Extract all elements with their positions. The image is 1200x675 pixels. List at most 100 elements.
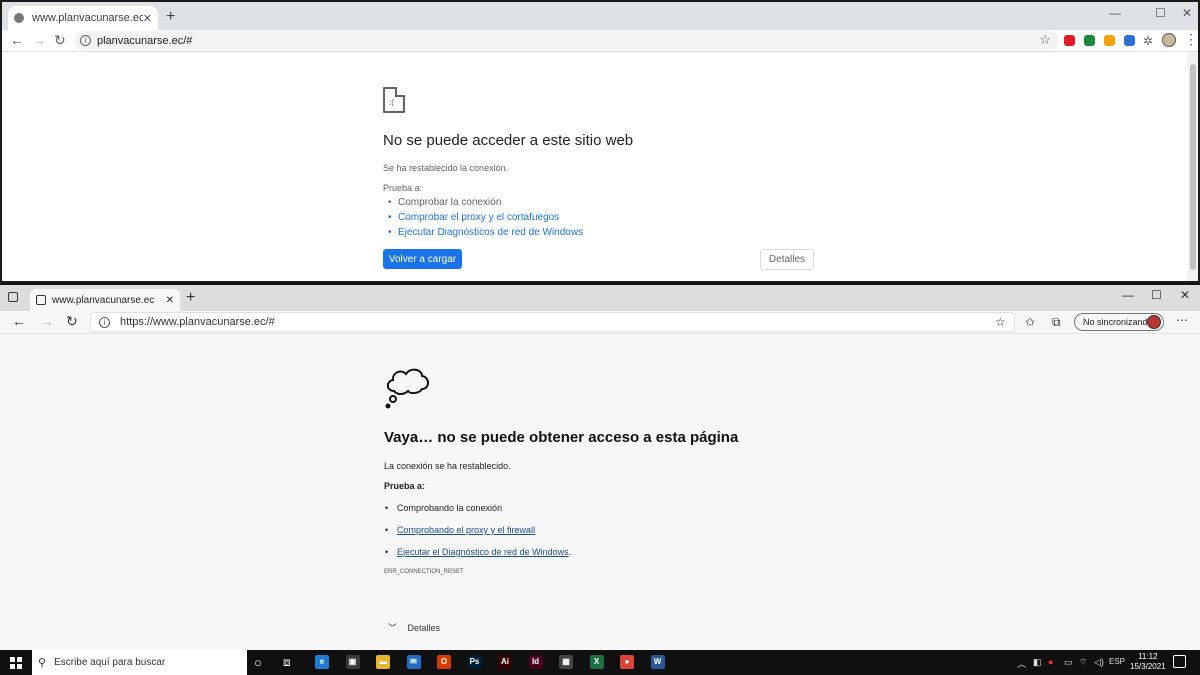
reload-button[interactable]: Volver a cargar [383, 249, 462, 269]
chrome-try-label: Prueba a: [383, 183, 423, 193]
chrome-error-title: No se puede acceder a este sitio web [383, 132, 634, 149]
chrome-url: planvacunarse.ec/# [97, 34, 193, 47]
suggestion-check-connection: Comprobando la conexión [385, 503, 884, 513]
cortana-icon[interactable]: ○ [254, 655, 262, 670]
chrome-tab-title: www.planvacunarse.ec [32, 12, 143, 24]
edge-taskbar-icon[interactable]: e [315, 655, 329, 669]
word-taskbar-icon[interactable]: W [650, 655, 665, 669]
forward-icon[interactable]: → [40, 313, 54, 329]
profile-sync-button[interactable]: No sincronizando [1074, 313, 1164, 331]
photoshop-taskbar-icon[interactable]: Ps [467, 655, 482, 669]
show-hidden-icons[interactable]: ︿ [1017, 657, 1026, 670]
wifi-icon[interactable]: ⌔ [1079, 657, 1087, 668]
chrome-error-panel: :( No se puede acceder a este sitio web … [383, 87, 823, 242]
chrome-scrollbar[interactable] [1188, 52, 1198, 281]
task-view-icon[interactable]: ⧈ [283, 655, 291, 670]
antivirus-tray-icon[interactable]: ● [1048, 657, 1053, 667]
windows-start-icon[interactable] [10, 657, 22, 669]
suggestion-check-connection: Comprobar la conexión [388, 197, 823, 208]
suggestion-run-diagnostics: Ejecutar el Diagnóstico de red de Window… [385, 547, 884, 557]
notifications-icon[interactable] [1173, 655, 1186, 668]
back-icon[interactable]: ← [10, 32, 24, 48]
indesign-taskbar-icon[interactable]: Id [528, 655, 543, 669]
chrome-toolbar: ← → ↻ i planvacunarse.ec/# ☆ ✲ ⋮ [2, 30, 1198, 52]
globe-icon [14, 13, 24, 23]
calculator-taskbar-icon[interactable]: ▦ [559, 655, 573, 669]
chrome-window: www.planvacunarse.ec ✕ + — ☐ ✕ ← → ↻ i p… [0, 0, 1200, 283]
details-button[interactable]: Detalles [760, 249, 814, 270]
edge-error-message: La conexión se ha restablecido. [384, 461, 511, 471]
chrome-tab[interactable]: www.planvacunarse.ec ✕ [8, 6, 158, 30]
new-tab-button[interactable]: + [186, 290, 195, 306]
suggestion-run-diagnostics-link[interactable]: Ejecutar Diagnósticos de red de Windows [388, 227, 823, 238]
settings-more-icon[interactable]: ⋯ [1176, 313, 1188, 327]
maximize-icon[interactable]: ☐ [1151, 288, 1162, 302]
volume-icon[interactable]: ◁) [1094, 657, 1104, 668]
profile-avatar[interactable] [1162, 33, 1176, 47]
chrome-page: :( No se puede acceder a este sitio web … [2, 52, 1190, 281]
chrome-tab-strip: www.planvacunarse.ec ✕ + — ☐ ✕ [2, 2, 1198, 30]
page-icon [36, 295, 46, 305]
favorites-icon[interactable]: ✩ [1025, 315, 1035, 329]
tab-actions-icon[interactable] [8, 292, 18, 302]
zoom-extension-icon[interactable] [1124, 35, 1135, 46]
edge-details-label: Detalles [407, 623, 441, 633]
minimize-icon[interactable]: — [1122, 288, 1134, 302]
chrome-error-message: Se ha restablecido la conexión. [383, 163, 509, 173]
chrome-address-bar[interactable]: i planvacunarse.ec/# ☆ [74, 31, 1059, 50]
language-indicator[interactable]: ESP [1109, 657, 1125, 666]
taskbar-search-box[interactable]: ⚲ Escribe aquí para buscar [32, 650, 247, 675]
opera-extension-icon[interactable] [1064, 35, 1075, 46]
key-extension-icon[interactable] [1104, 35, 1115, 46]
suggestion-check-proxy-link[interactable]: Comprobando el proxy y el firewall [397, 525, 535, 535]
suggestion-run-diagnostics-link[interactable]: Ejecutar el Diagnóstico de red de Window… [397, 547, 569, 557]
taskbar-clock[interactable]: 11:12 15/3/2021 [1130, 652, 1166, 672]
tray-app-icon[interactable]: ◧ [1033, 657, 1042, 668]
edge-suggestion-list: Comprobando la conexión Comprobando el p… [384, 503, 884, 557]
add-favorite-icon[interactable]: ☆ [995, 315, 1006, 329]
illustrator-taskbar-icon[interactable]: Ai [498, 655, 512, 669]
forward-icon[interactable]: → [32, 32, 46, 48]
error-code: ERR_CONNECTION_RESET [384, 569, 464, 575]
mail-taskbar-icon[interactable]: ✉ [406, 655, 421, 669]
close-window-icon[interactable]: ✕ [1182, 6, 1192, 20]
edge-tab[interactable]: www.planvacunarse.ec ✕ [30, 289, 180, 311]
minimize-icon[interactable]: — [1109, 6, 1121, 20]
edge-try-label: Prueba a: [384, 481, 426, 491]
explorer-taskbar-icon[interactable]: ▬ [376, 655, 390, 669]
edge-error-panel: Vaya… no se puede obtener acceso a esta … [384, 365, 884, 575]
back-icon[interactable]: ← [12, 313, 26, 329]
maximize-icon[interactable]: ☐ [1155, 6, 1166, 20]
thought-cloud-icon [385, 368, 429, 409]
menu-kebab-icon[interactable]: ⋮ [1184, 31, 1198, 47]
close-tab-icon[interactable]: ✕ [143, 12, 152, 25]
store-taskbar-icon[interactable]: ▣ [345, 655, 360, 669]
search-icon: ⚲ [38, 657, 47, 669]
excel-taskbar-icon[interactable]: X [589, 655, 604, 669]
edge-url: https://www.planvacunarse.ec/# [120, 316, 275, 328]
close-tab-icon[interactable]: ✕ [166, 295, 174, 306]
collections-icon[interactable]: ⧉ [1052, 315, 1061, 330]
extensions-puzzle-icon[interactable]: ✲ [1143, 33, 1153, 49]
office-taskbar-icon[interactable]: O [437, 655, 451, 669]
reload-icon[interactable]: ↻ [54, 32, 66, 48]
new-tab-button[interactable]: + [166, 8, 175, 26]
sad-document-icon: :( [383, 87, 405, 113]
search-placeholder: Escribe aquí para buscar [54, 657, 166, 668]
edge-tab-strip: www.planvacunarse.ec ✕ + — ☐ ✕ [0, 285, 1200, 311]
clock-date: 15/3/2021 [1130, 662, 1166, 671]
refresh-icon[interactable]: ↻ [66, 313, 78, 330]
info-icon[interactable]: i [80, 35, 91, 46]
bookmark-star-icon[interactable]: ☆ [1039, 32, 1051, 48]
scrollbar-thumb[interactable] [1190, 64, 1196, 270]
meet-now-icon[interactable]: ▭ [1064, 657, 1073, 668]
shield-extension-icon[interactable] [1084, 35, 1095, 46]
sync-status-label: No sincronizando [1083, 317, 1153, 327]
info-icon[interactable]: i [99, 316, 110, 328]
edge-details-toggle[interactable]: ﹀ Detalles [388, 621, 440, 634]
chrome-taskbar-icon[interactable]: ● [620, 655, 634, 669]
avatar [1147, 315, 1161, 329]
close-window-icon[interactable]: ✕ [1180, 288, 1190, 302]
edge-address-bar[interactable]: i https://www.planvacunarse.ec/# [90, 312, 1015, 332]
suggestion-check-proxy-link[interactable]: Comprobar el proxy y el cortafuegos [388, 212, 823, 223]
